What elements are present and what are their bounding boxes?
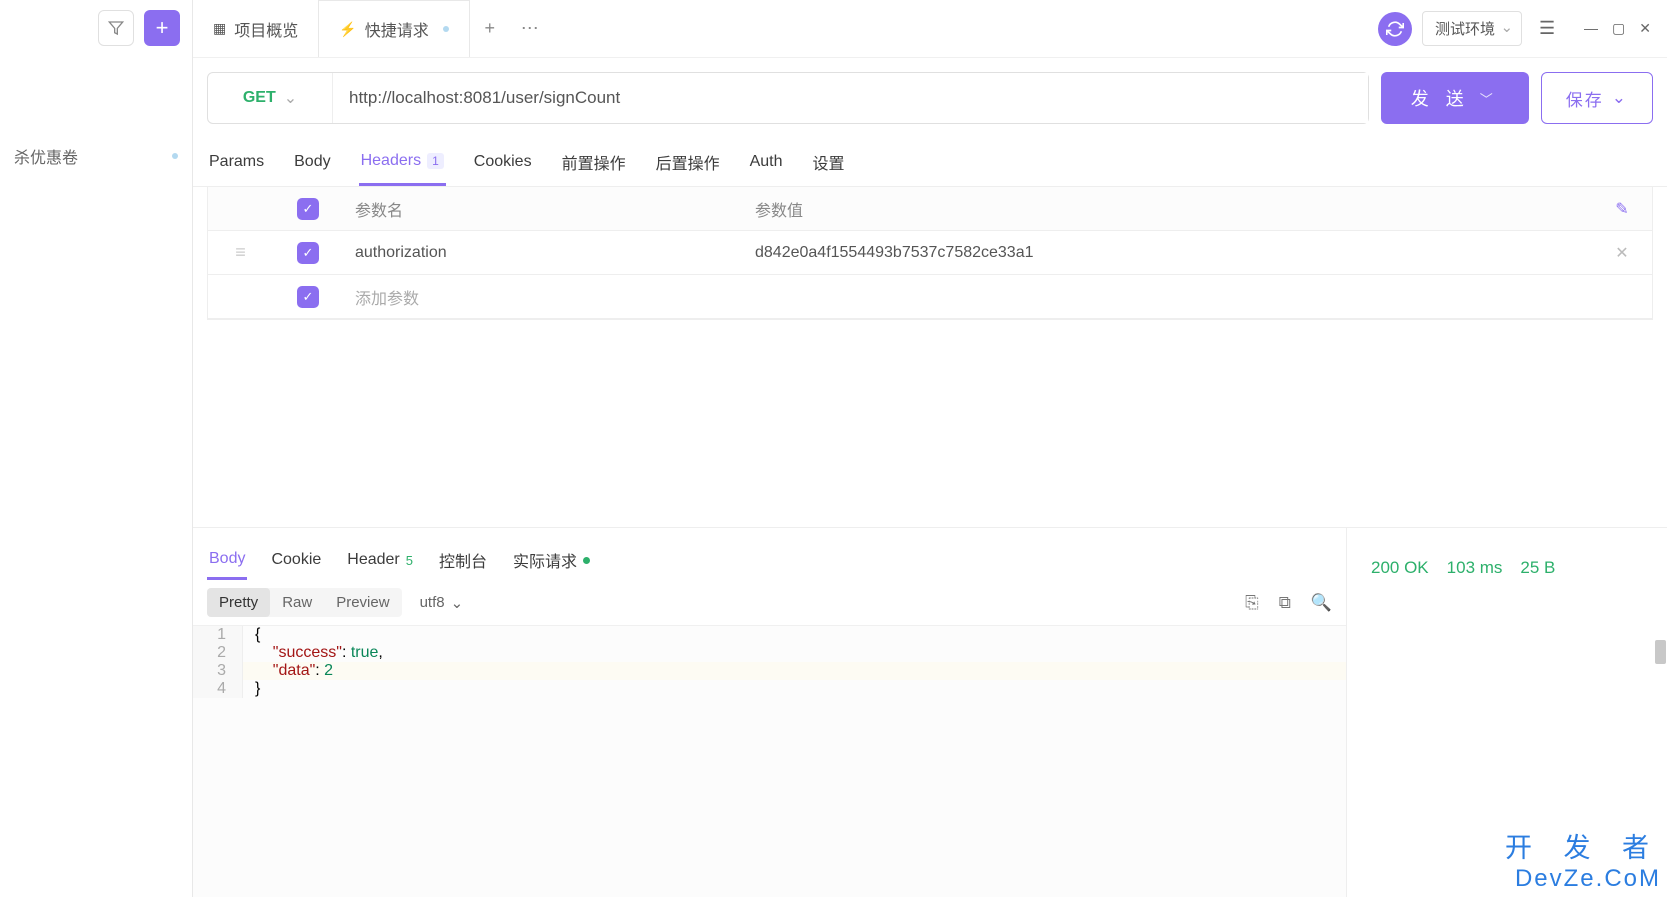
status-time: 103 ms [1447,558,1503,578]
new-row-checkbox[interactable]: ✓ [297,286,319,308]
tab-params[interactable]: Params [207,138,266,186]
resp-tab-header[interactable]: Header5 [345,540,415,580]
add-button[interactable]: + [144,10,180,46]
sidebar-item-label: 杀优惠卷 [14,144,78,168]
environment-select[interactable]: 测试环境 [1422,11,1522,46]
header-name-input[interactable]: authorization [343,244,743,262]
menu-icon: ☰ [1539,18,1555,39]
add-param-input[interactable]: 添加参数 [343,285,743,309]
send-button[interactable]: 发 送 ﹀ [1381,72,1529,124]
header-count-badge: 5 [406,553,413,568]
status-code: 200 OK [1371,558,1429,578]
delete-row-icon[interactable]: ✕ [1615,243,1628,263]
bulk-edit-icon[interactable]: ✎ [1615,199,1628,219]
chevron-down-icon: ⌄ [451,594,464,612]
scrollbar-thumb[interactable] [1655,640,1666,664]
view-pretty[interactable]: Pretty [207,588,270,617]
maximize-button[interactable]: ▢ [1608,18,1629,39]
save-label: 保存 [1566,86,1604,111]
view-mode-segment: Pretty Raw Preview [207,588,402,617]
resp-tab-actual[interactable]: 实际请求 [511,540,592,580]
tab-quick-request[interactable]: ⚡ 快捷请求 [318,0,469,57]
column-header-value: 参数值 [743,197,1592,221]
save-response-icon[interactable]: ⎘ [1245,593,1259,613]
row-checkbox[interactable]: ✓ [297,242,319,264]
headers-count-badge: 1 [427,153,444,169]
encoding-select[interactable]: utf8⌄ [420,594,464,612]
ellipsis-icon: ⋯ [521,18,539,39]
search-response-icon[interactable]: 🔍 [1311,593,1332,613]
tab-auth[interactable]: Auth [748,138,785,186]
new-tab-button[interactable]: + [470,18,510,39]
top-tab-bar: ▦ 项目概览 ⚡ 快捷请求 + ⋯ 测试环境 ☰ — ▢ [193,0,1667,58]
tab-body[interactable]: Body [292,138,332,186]
tab-postscript[interactable]: 后置操作 [654,138,722,186]
plus-icon: + [484,18,495,39]
minimize-button[interactable]: — [1580,18,1602,39]
chevron-down-icon: ⌄ [1612,88,1628,108]
grid-icon: ▦ [213,20,226,37]
filter-button[interactable] [98,10,134,46]
view-raw[interactable]: Raw [270,588,324,617]
bolt-icon: ⚡ [339,21,356,38]
tab-prescript[interactable]: 前置操作 [560,138,628,186]
status-dot-icon [583,557,590,564]
response-status: 200 OK 103 ms 25 B [1371,558,1643,578]
headers-table: ✓ 参数名 参数值 ✎ ≡ ✓ authorization d842e0a4f1… [207,187,1653,320]
resp-tab-console[interactable]: 控制台 [437,540,489,580]
unsaved-dot-icon [172,153,178,159]
response-body[interactable]: 1{2 "success": true,3 "data": 24} [193,626,1346,897]
response-tabs: Body Cookie Header5 控制台 实际请求 [193,528,1346,580]
watermark: 开 发 者 DevZe.CoM [1505,826,1661,893]
plus-icon: + [156,15,169,41]
sync-button[interactable] [1378,12,1412,46]
tab-settings[interactable]: 设置 [811,138,847,186]
close-button[interactable]: ✕ [1635,18,1655,39]
refresh-icon [1386,20,1404,38]
environment-label: 测试环境 [1435,21,1495,38]
unsaved-dot-icon [443,26,449,32]
resp-tab-body[interactable]: Body [207,540,247,580]
resp-tab-cookie[interactable]: Cookie [269,540,323,580]
chevron-down-icon: ﹀ [1480,89,1499,108]
more-tabs-button[interactable]: ⋯ [510,18,550,39]
save-button[interactable]: 保存 ⌄ [1541,72,1653,124]
tab-cookies[interactable]: Cookies [472,138,534,186]
view-preview[interactable]: Preview [324,588,401,617]
checkbox-all[interactable]: ✓ [297,198,319,220]
sidebar-item-coupon[interactable]: 杀优惠卷 [0,136,192,176]
response-panel: Body Cookie Header5 控制台 实际请求 Pretty Raw … [193,527,1667,897]
request-url-bar: GET [207,72,1369,124]
request-tabs: Params Body Headers1 Cookies 前置操作 后置操作 A… [193,138,1667,187]
hamburger-menu[interactable]: ☰ [1532,18,1562,39]
column-header-name: 参数名 [343,197,743,221]
copy-response-icon[interactable]: ⧉ [1279,593,1291,613]
header-value-input[interactable]: d842e0a4f1554493b7537c7582ce33a1 [743,244,1592,262]
tab-label: 项目概览 [234,17,298,41]
tab-label: 快捷请求 [365,17,429,41]
url-input[interactable] [333,73,1368,123]
status-size: 25 B [1520,558,1555,578]
sidebar: + 杀优惠卷 [0,0,193,897]
tab-overview[interactable]: ▦ 项目概览 [193,0,318,57]
drag-handle-icon[interactable]: ≡ [208,242,273,263]
tab-headers[interactable]: Headers1 [359,138,446,186]
method-select[interactable]: GET [208,73,333,123]
send-label: 发 送 [1411,85,1470,111]
filter-icon [108,20,124,36]
header-row: ≡ ✓ authorization d842e0a4f1554493b7537c… [208,231,1652,275]
method-label: GET [243,89,276,107]
